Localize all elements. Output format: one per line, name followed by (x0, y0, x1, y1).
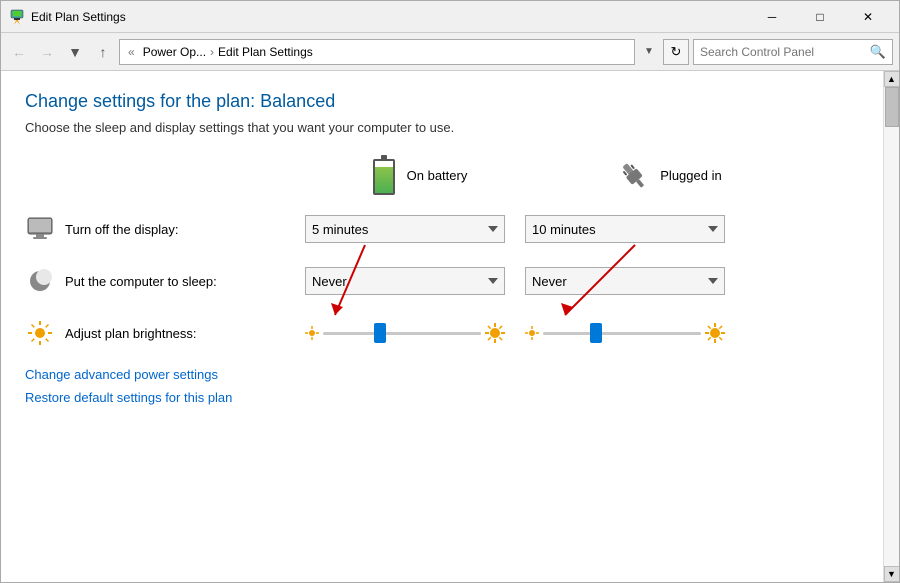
scroll-up-arrow[interactable]: ▲ (884, 71, 900, 87)
sleep-icon (25, 266, 55, 296)
content-wrapper: Change settings for the plan: Balanced C… (1, 71, 899, 582)
display-row-controls: 5 minutes 1 minute 2 minutes 3 minutes 1… (305, 215, 725, 243)
address-dropdown-button[interactable]: ▼ (639, 39, 659, 65)
display-icon (26, 215, 54, 243)
sun-large-plugged-icon (705, 323, 725, 343)
up-button[interactable]: ↑ (91, 40, 115, 64)
plug-icon (618, 160, 648, 190)
plugged-in-header: Plugged in (555, 160, 785, 190)
sun-icon (26, 319, 54, 347)
plugged-brightness-thumb[interactable] (590, 323, 602, 343)
sleep-plugged-select[interactable]: Never 1 minute 2 minutes 5 minutes 10 mi… (525, 267, 725, 295)
title-bar-buttons: ─ □ ✕ (749, 2, 891, 32)
forward-button[interactable]: → (35, 40, 59, 64)
address-path: « Power Op... › Edit Plan Settings (119, 39, 635, 65)
battery-brightness-thumb[interactable] (374, 323, 386, 343)
refresh-button[interactable]: ↻ (663, 39, 689, 65)
plugged-brightness-control (525, 323, 725, 343)
scroll-thumb[interactable] (885, 87, 899, 127)
breadcrumb-separator: › (210, 45, 214, 59)
back-button[interactable]: ← (7, 40, 31, 64)
minimize-button[interactable]: ─ (749, 2, 795, 32)
sun-small-battery-icon (305, 326, 319, 340)
monitor-icon (25, 214, 55, 244)
display-battery-select[interactable]: 5 minutes 1 minute 2 minutes 3 minutes 1… (305, 215, 505, 243)
maximize-button[interactable]: □ (797, 2, 843, 32)
scroll-down-arrow[interactable]: ▼ (884, 566, 900, 582)
on-battery-label: On battery (407, 168, 468, 183)
sleep-row-label: Put the computer to sleep: (65, 274, 305, 289)
links-section: Change advanced power settings Restore d… (25, 367, 859, 405)
window: Edit Plan Settings ─ □ ✕ ← → ▼ ↑ « Power… (0, 0, 900, 583)
page-title: Change settings for the plan: Balanced (25, 91, 859, 112)
moon-icon (26, 267, 54, 295)
display-settings-row: Turn off the display: 5 minutes 1 minute… (25, 211, 859, 247)
breadcrumb-prefix: « (128, 45, 135, 59)
sleep-battery-select[interactable]: Never 1 minute 2 minutes 5 minutes 10 mi… (305, 267, 505, 295)
sleep-settings-row: Put the computer to sleep: Never 1 minut… (25, 263, 859, 299)
advanced-power-settings-link[interactable]: Change advanced power settings (25, 367, 859, 382)
page-subtitle: Choose the sleep and display settings th… (25, 120, 859, 135)
search-box: 🔍 (693, 39, 893, 65)
main-content: Change settings for the plan: Balanced C… (1, 71, 883, 582)
breadcrumb-parent[interactable]: Power Op... (143, 45, 206, 59)
brightness-settings-row: Adjust plan brightness: (25, 315, 859, 351)
history-dropdown-button[interactable]: ▼ (63, 40, 87, 64)
scrollbar: ▲ ▼ (883, 71, 899, 582)
restore-defaults-link[interactable]: Restore default settings for this plan (25, 390, 859, 405)
brightness-row-controls (305, 323, 725, 343)
scroll-track[interactable] (884, 87, 899, 566)
search-button[interactable]: 🔍 (870, 44, 886, 60)
sun-large-battery-icon (485, 323, 505, 343)
title-bar: Edit Plan Settings ─ □ ✕ (1, 1, 899, 33)
content-area: Change settings for the plan: Balanced C… (1, 71, 899, 582)
window-title: Edit Plan Settings (31, 10, 749, 24)
on-battery-header: On battery (305, 155, 535, 195)
close-button[interactable]: ✕ (845, 2, 891, 32)
display-plugged-select[interactable]: 10 minutes 1 minute 2 minutes 3 minutes … (525, 215, 725, 243)
brightness-icon (25, 318, 55, 348)
sleep-row-controls: Never 1 minute 2 minutes 5 minutes 10 mi… (305, 267, 725, 295)
sun-small-plugged-icon (525, 326, 539, 340)
battery-brightness-control (305, 323, 505, 343)
breadcrumb-current[interactable]: Edit Plan Settings (218, 45, 313, 59)
address-bar: ← → ▼ ↑ « Power Op... › Edit Plan Settin… (1, 33, 899, 71)
window-icon (9, 9, 25, 25)
display-row-label: Turn off the display: (65, 222, 305, 237)
plugged-in-label: Plugged in (660, 168, 721, 183)
brightness-row-label: Adjust plan brightness: (65, 326, 305, 341)
column-headers: On battery P (25, 155, 859, 195)
search-input[interactable] (700, 45, 866, 59)
